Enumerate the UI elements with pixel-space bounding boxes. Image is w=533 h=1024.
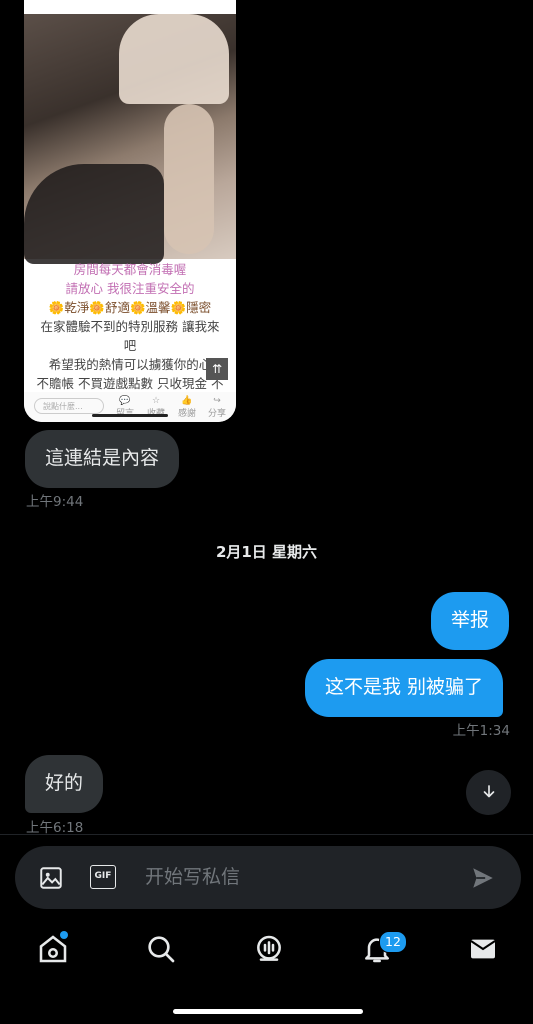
message-input[interactable]: 开始写私信 — [145, 846, 240, 909]
composer-divider — [0, 834, 533, 835]
sent-message[interactable]: 这不是我 别被骗了 — [305, 659, 504, 717]
messages-icon[interactable] — [467, 933, 499, 965]
scroll-top-icon: ⇈ — [206, 358, 228, 380]
send-icon[interactable] — [470, 865, 496, 891]
image-icon[interactable] — [38, 865, 64, 891]
message-timestamp: 上午9:44 — [26, 494, 84, 510]
search-icon[interactable] — [145, 933, 177, 965]
caption-line: 請放心 我很注重安全的 — [65, 281, 195, 296]
home-indicator — [173, 1009, 363, 1014]
scroll-to-bottom-button[interactable] — [466, 770, 511, 815]
arrow-down-icon — [483, 785, 494, 798]
received-message[interactable]: 這連結是內容 — [25, 430, 180, 488]
sent-message[interactable]: 举报 — [431, 592, 510, 650]
message-timestamp: 上午6:18 — [26, 820, 84, 836]
caption-line: 🌼乾淨🌼舒適🌼溫馨🌼隱密 — [48, 300, 212, 315]
caption-line: 在家體驗不到的特別服務 讓我來 — [40, 319, 220, 334]
message-timestamp: 上午1:34 — [452, 723, 510, 739]
caption-line: 希望我的熱情可以擄獲你的心 — [48, 357, 212, 372]
home-unread-dot — [60, 931, 68, 939]
spaces-icon[interactable] — [253, 933, 285, 965]
shared-image-card[interactable]: 房間每天都會消毒喔 請放心 我很注重安全的 🌼乾淨🌼舒適🌼溫馨🌼隱密 在家體驗不… — [24, 0, 236, 422]
notifications-badge: 12 — [379, 931, 407, 953]
caption-line: 吧 — [123, 338, 137, 353]
message-composer: GIF 开始写私信 — [15, 846, 521, 909]
share-icon: ↪ 分享 — [207, 396, 226, 419]
gif-button[interactable]: GIF — [90, 865, 116, 889]
caption-line: 不贍帳 不買遊戲點數 只收現金 不 — [36, 376, 224, 391]
card-home-indicator — [92, 414, 168, 417]
shared-caption: 房間每天都會消毒喔 請放心 我很注重安全的 🌼乾淨🌼舒適🌼溫馨🌼隱密 在家體驗不… — [24, 260, 236, 393]
card-comment-input: 說點什麼... — [34, 398, 104, 414]
thanks-icon: 👍 感謝 — [177, 396, 196, 419]
card-action-bar: 說點什麼... 💬留言 ☆收藏 👍感謝 ↪分享 — [24, 392, 236, 422]
date-separator: 2月1日 星期六 — [215, 543, 318, 561]
caption-line: 房間每天都會消毒喔 — [73, 262, 187, 277]
shared-photo — [24, 14, 236, 264]
received-message[interactable]: 好的 — [25, 755, 104, 813]
